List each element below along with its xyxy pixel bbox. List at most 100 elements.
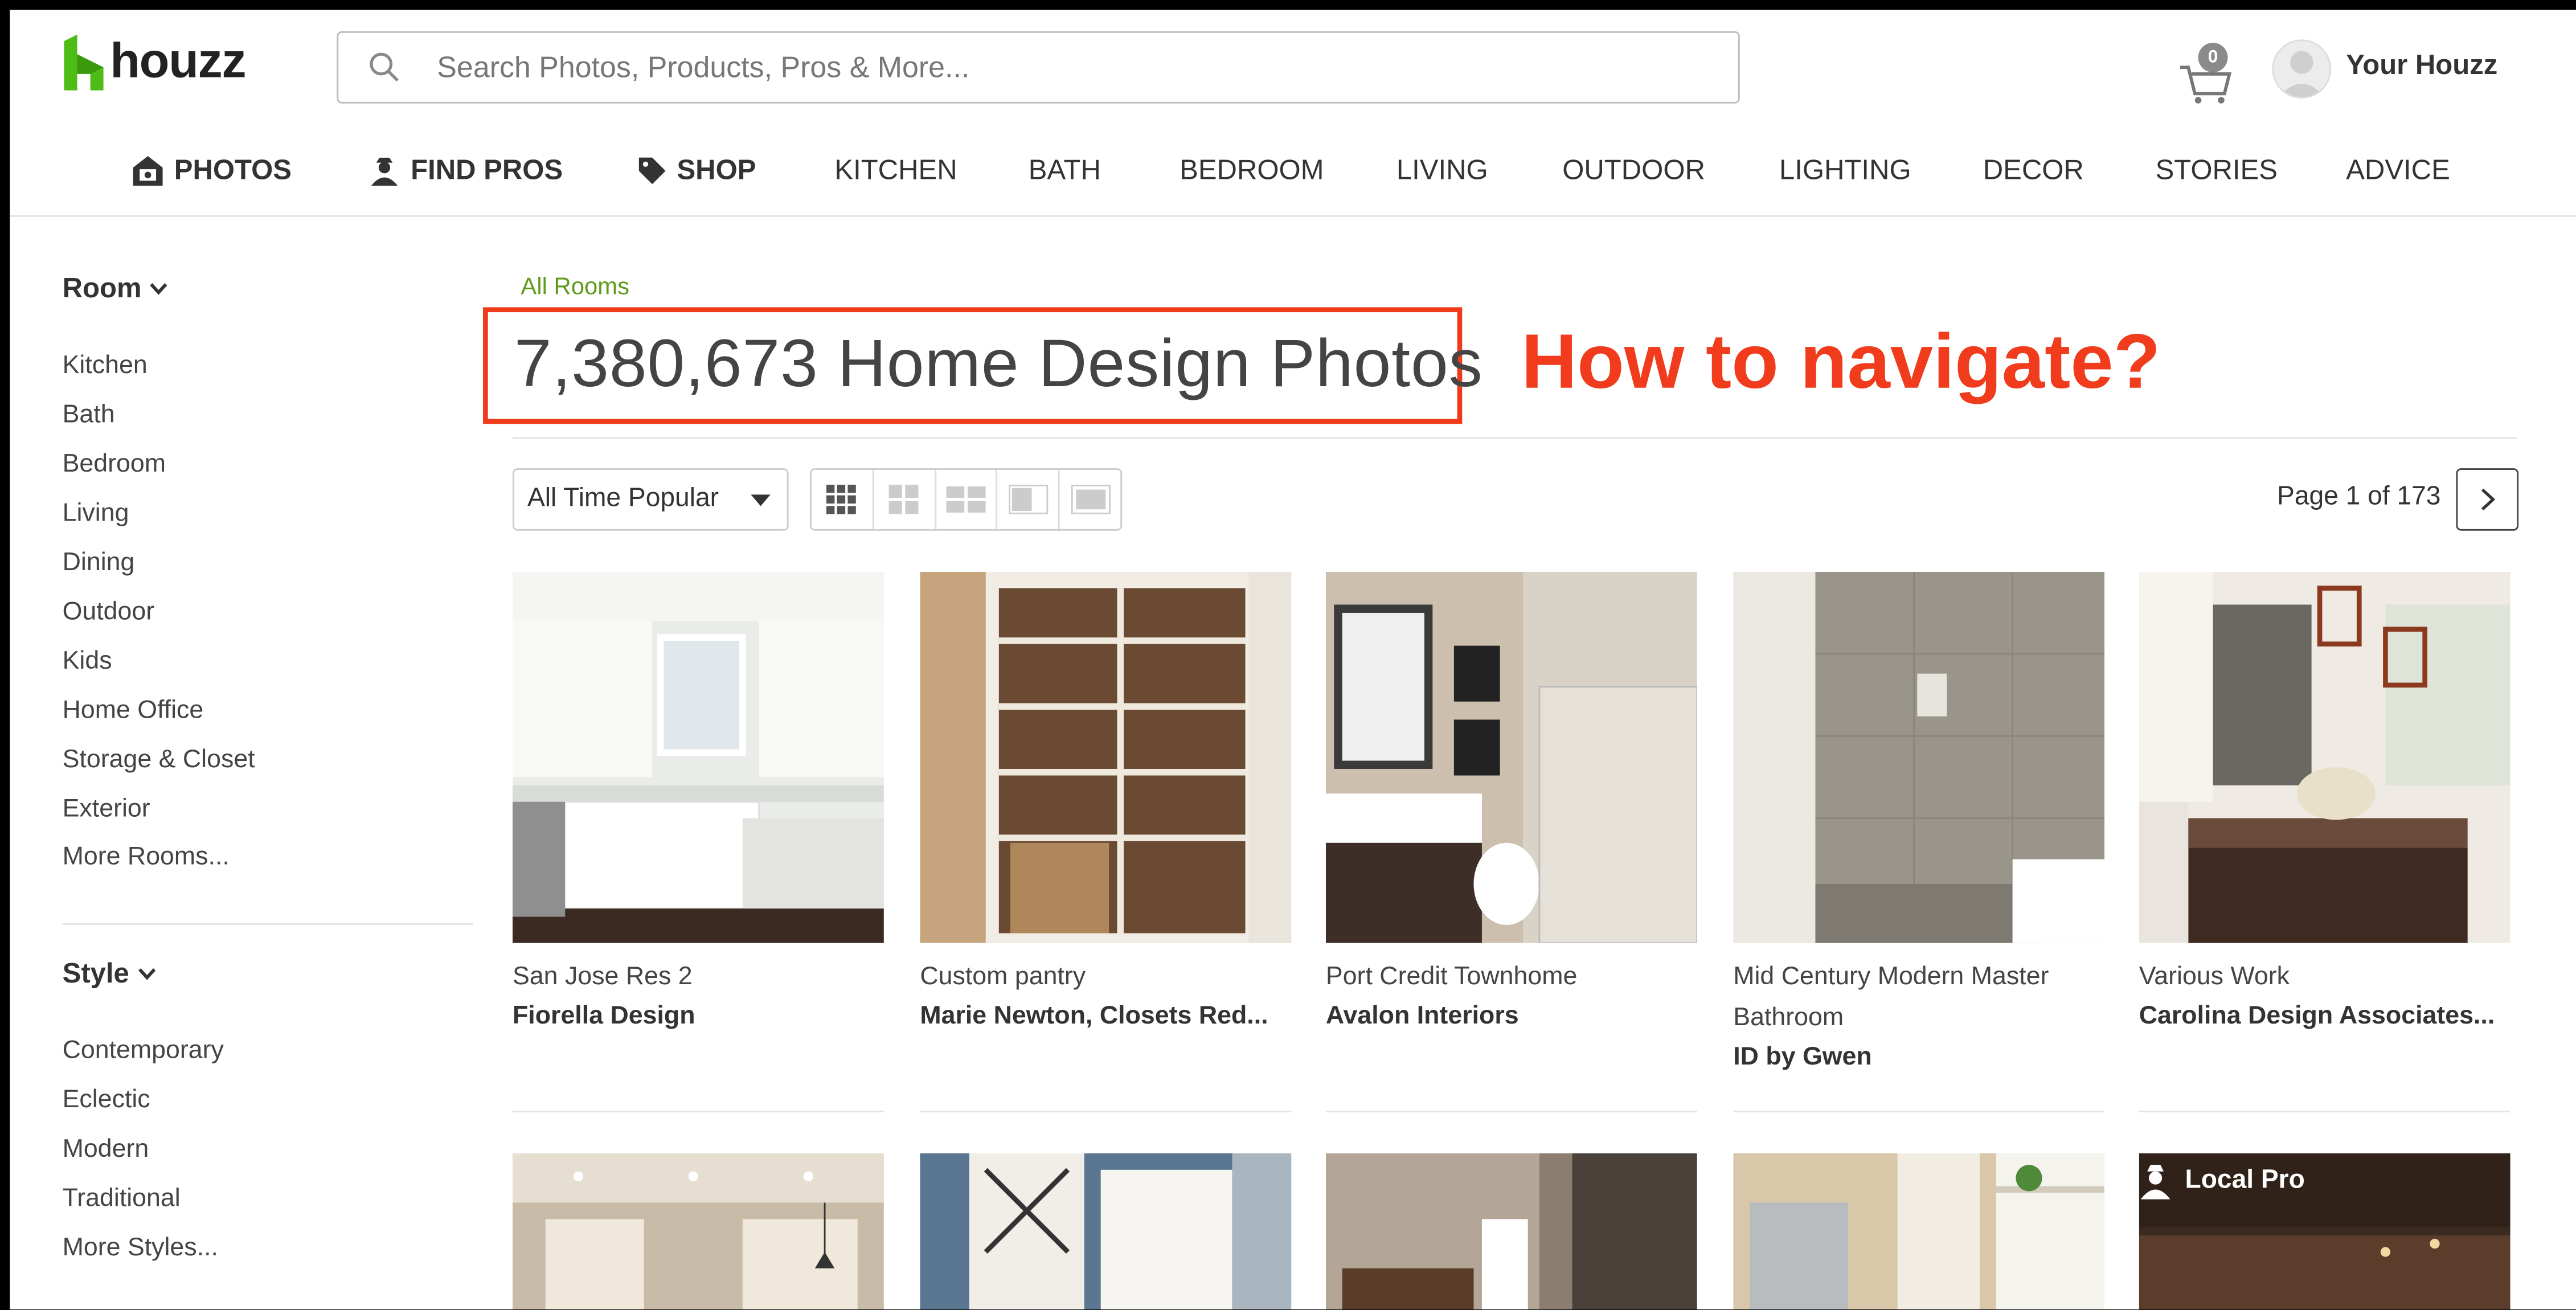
room-filter-item[interactable]: Living [63, 500, 129, 529]
nav-find-pros[interactable]: FIND PROS [368, 154, 563, 187]
your-houzz-link[interactable]: Your Houzz [2346, 50, 2497, 83]
shower-photo-image [1733, 571, 2105, 943]
room-filter-item[interactable]: Home Office [63, 697, 204, 726]
room-filter-item[interactable]: Bedroom [63, 450, 166, 480]
bath-towel-photo-image [1325, 1153, 1697, 1310]
local-pro-label: Local Pro [2185, 1166, 2305, 1195]
search-input[interactable] [433, 48, 1689, 87]
nav-bedroom[interactable]: BEDROOM [1180, 154, 1324, 187]
view-single-button[interactable] [1060, 470, 1120, 529]
photo-title[interactable]: Port Credit Townhome [1326, 956, 1697, 997]
photo-pro-name[interactable]: Carolina Design Associates... [2139, 1002, 2511, 1032]
more-styles-link[interactable]: More Styles... [63, 1234, 218, 1263]
photo-title[interactable]: Mid Century Modern Master Bathroom [1733, 956, 2104, 1038]
nav-living[interactable]: LIVING [1396, 154, 1488, 187]
chevron-down-icon [150, 283, 167, 295]
kitchen-island-photo-image [2139, 571, 2511, 943]
more-rooms-link[interactable]: More Rooms... [63, 843, 230, 873]
caret-down-icon [751, 494, 771, 506]
grid-2x2-icon [889, 484, 919, 514]
cart-button[interactable]: 0 [2175, 42, 2238, 107]
view-wide-grid-button[interactable] [936, 469, 998, 529]
nav-bath[interactable]: BATH [1029, 154, 1101, 187]
view-split-button[interactable] [998, 469, 1060, 529]
photo-thumbnail[interactable] [1325, 1153, 1697, 1310]
chevron-down-icon [138, 968, 155, 980]
tag-icon [638, 157, 666, 185]
photo-pro-name[interactable]: Fiorella Design [513, 1002, 884, 1032]
cart-count-badge: 0 [2198, 42, 2228, 72]
kitchen-fridge-photo-image [1733, 1153, 2105, 1310]
next-page-button[interactable] [2456, 468, 2519, 531]
nav-advice[interactable]: ADVICE [2346, 154, 2450, 187]
photo-thumbnail-pantry[interactable] [920, 571, 1292, 943]
room-filter-item[interactable]: Storage & Closet [63, 746, 255, 776]
single-view-icon [1070, 484, 1110, 514]
grid-3x3-icon [827, 484, 857, 514]
row-divider [1733, 1110, 2105, 1112]
photo-title[interactable]: Custom pantry [920, 956, 1291, 997]
user-avatar-icon [2278, 51, 2325, 97]
photo-thumbnail[interactable] [1733, 1153, 2105, 1310]
pantry-door-photo-image [920, 1153, 1292, 1310]
style-filter-heading[interactable]: Style [63, 958, 155, 991]
nav-lighting[interactable]: LIGHTING [1779, 154, 1911, 187]
room-filter-item[interactable]: Bath [63, 401, 115, 431]
bathroom-photo-image [1325, 571, 1697, 943]
nav-shop[interactable]: SHOP [637, 154, 756, 187]
annotation-text: How to navigate? [1521, 317, 2161, 404]
houzz-page: houzz 0 Your Houzz PHOTOS [10, 10, 2576, 1310]
pro-person-icon [2140, 1165, 2170, 1200]
view-medium-grid-button[interactable] [874, 469, 936, 529]
nav-decor[interactable]: DECOR [1983, 154, 2084, 187]
pantry-photo-image [920, 571, 1292, 943]
house-photo-icon [133, 156, 163, 186]
photo-pro-name[interactable]: ID by Gwen [1733, 1043, 2104, 1073]
room-filter-item[interactable]: Dining [63, 548, 135, 578]
photo-title[interactable]: San Jose Res 2 [513, 956, 884, 997]
room-filter-item[interactable]: Kids [63, 648, 112, 677]
search-bar[interactable] [337, 31, 1740, 104]
photo-thumbnail-bathroom[interactable] [1325, 571, 1697, 943]
sort-selected-value: All Time Popular [527, 484, 719, 513]
main-nav: PHOTOS FIND PROS SHOP KITCHEN BATH BEDRO… [10, 125, 2576, 217]
page-indicator: Page 1 of 173 [2277, 483, 2441, 511]
avatar[interactable] [2272, 39, 2332, 99]
nav-photos[interactable]: PHOTOS [132, 154, 292, 187]
breadcrumb[interactable]: All Rooms [521, 275, 629, 301]
room-heading-label: Room [62, 272, 142, 304]
style-filter-item[interactable]: Traditional [63, 1185, 181, 1214]
photo-title[interactable]: Various Work [2139, 956, 2511, 997]
photo-thumbnail-kitchen-island[interactable] [2139, 571, 2511, 943]
style-filter-item[interactable]: Modern [63, 1135, 149, 1165]
nav-outdoor[interactable]: OUTDOOR [1562, 154, 1705, 187]
houzz-logo[interactable]: houzz [64, 30, 247, 95]
search-icon [370, 52, 399, 82]
room-filter-item[interactable]: Kitchen [63, 351, 148, 381]
title-divider [512, 437, 2517, 439]
room-filter-heading[interactable]: Room [63, 273, 168, 306]
photo-thumbnail[interactable] [512, 1153, 884, 1310]
sort-dropdown[interactable]: All Time Popular [512, 468, 789, 531]
page-title: 7,380,673 Home Design Photos [514, 325, 1483, 401]
row-divider [2139, 1110, 2511, 1112]
room-filter-item[interactable]: Exterior [63, 795, 150, 825]
photo-thumbnail[interactable] [920, 1153, 1292, 1310]
style-filter-item[interactable]: Eclectic [63, 1086, 150, 1116]
nav-kitchen[interactable]: KITCHEN [834, 154, 957, 187]
style-filter-item[interactable]: Contemporary [63, 1037, 224, 1066]
style-heading-label: Style [62, 957, 129, 989]
photo-pro-name[interactable]: Avalon Interiors [1326, 1002, 1697, 1032]
photo-thumbnail-shower[interactable] [1733, 571, 2105, 943]
row-divider [920, 1110, 1292, 1112]
row-divider [512, 1110, 884, 1112]
nav-stories[interactable]: STORIES [2156, 154, 2278, 187]
nav-label: SHOP [677, 154, 756, 186]
row-divider [1325, 1110, 1697, 1112]
grid-wide-icon [946, 486, 986, 513]
houzz-logo-icon [64, 34, 104, 91]
view-small-grid-button[interactable] [812, 469, 874, 529]
room-filter-item[interactable]: Outdoor [63, 598, 155, 628]
photo-pro-name[interactable]: Marie Newton, Closets Red... [920, 1002, 1291, 1032]
photo-thumbnail-kitchen[interactable] [512, 571, 884, 943]
